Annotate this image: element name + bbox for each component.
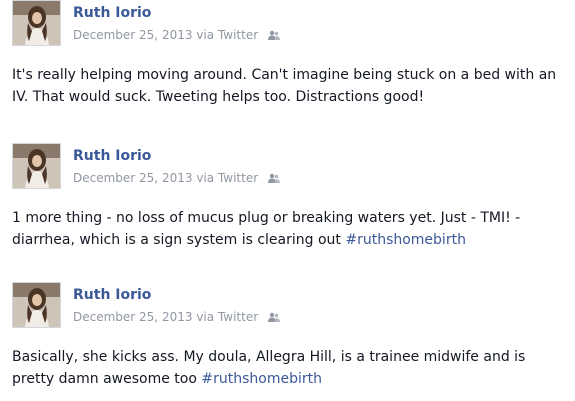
- friends-icon[interactable]: [267, 173, 280, 187]
- post-date[interactable]: December 25, 2013: [73, 171, 192, 185]
- avatar-photo: [13, 144, 60, 188]
- author-name[interactable]: Ruth Iorio: [73, 287, 151, 303]
- hashtag-link[interactable]: #ruthshomebirth: [201, 371, 322, 387]
- avatar-photo: [13, 283, 60, 327]
- author-name[interactable]: Ruth Iorio: [73, 5, 151, 21]
- post-source: via Twitter: [196, 171, 259, 185]
- post-body: It's really helping moving around. Can't…: [12, 67, 557, 105]
- post-text: It's really helping moving around. Can't…: [12, 64, 567, 108]
- post-text: Basically, she kicks ass. My doula, Alle…: [12, 346, 567, 390]
- friends-icon[interactable]: [267, 312, 280, 326]
- friends-icon[interactable]: [267, 30, 280, 44]
- post-meta: December 25, 2013 via Twitter: [73, 171, 280, 187]
- avatar[interactable]: [12, 0, 61, 46]
- post-text: 1 more thing - no loss of mucus plug or …: [12, 207, 567, 251]
- avatar[interactable]: [12, 282, 61, 328]
- author-name[interactable]: Ruth Iorio: [73, 148, 151, 164]
- post-meta: December 25, 2013 via Twitter: [73, 310, 280, 326]
- post-date[interactable]: December 25, 2013: [73, 28, 192, 42]
- post-meta: December 25, 2013 via Twitter: [73, 28, 280, 44]
- avatar-photo: [13, 1, 60, 45]
- post-date[interactable]: December 25, 2013: [73, 310, 192, 324]
- post-source: via Twitter: [196, 28, 259, 42]
- hashtag-link[interactable]: #ruthshomebirth: [345, 232, 466, 248]
- post-source: via Twitter: [196, 310, 259, 324]
- avatar[interactable]: [12, 143, 61, 189]
